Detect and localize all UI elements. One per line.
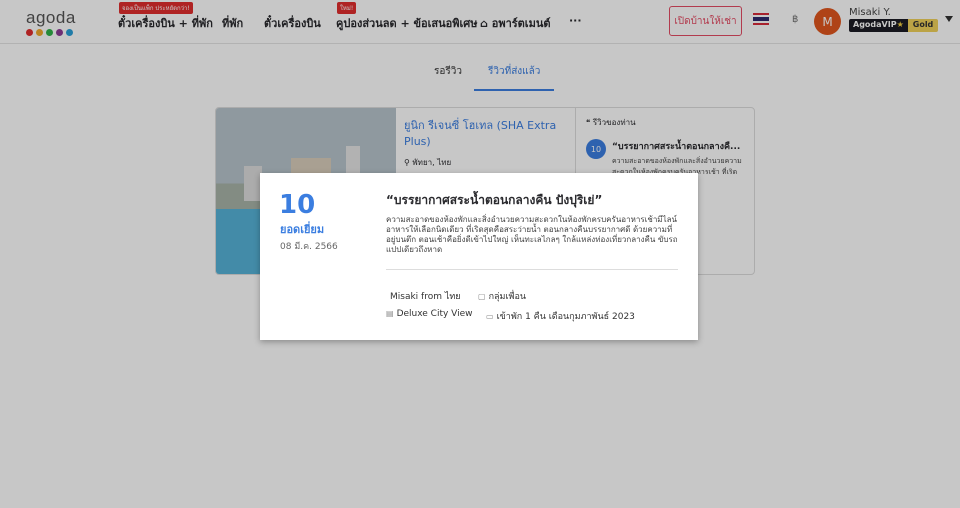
divider: [386, 269, 678, 270]
stay-info: ▭ เข้าพัก 1 คืน เดือนกุมภาพันธ์ 2023: [486, 312, 635, 322]
review-detail-modal: 10 ยอดเยี่ยม 08 มี.ค. 2566 “บรรยากาศสระน…: [260, 173, 698, 340]
review-body: ความสะอาดของห้องพักและสิ่งอำนวยความสะดวก…: [386, 215, 678, 254]
reviewer: Misaki from ไทย: [390, 292, 461, 302]
review-score: 10: [279, 190, 316, 220]
group-icon: ▢: [478, 292, 486, 301]
bed-icon: ▤: [386, 309, 394, 318]
review-date: 08 มี.ค. 2566: [280, 242, 338, 252]
review-title: “บรรยากาศสระน้ำตอนกลางคืน ปังปุริเย่”: [386, 193, 603, 207]
calendar-icon: ▭: [486, 312, 494, 321]
traveler-type: ▢ กลุ่มเพื่อน: [478, 292, 527, 302]
score-label: ยอดเยี่ยม: [280, 223, 325, 236]
room-type: ▤ Deluxe City View: [386, 309, 473, 319]
